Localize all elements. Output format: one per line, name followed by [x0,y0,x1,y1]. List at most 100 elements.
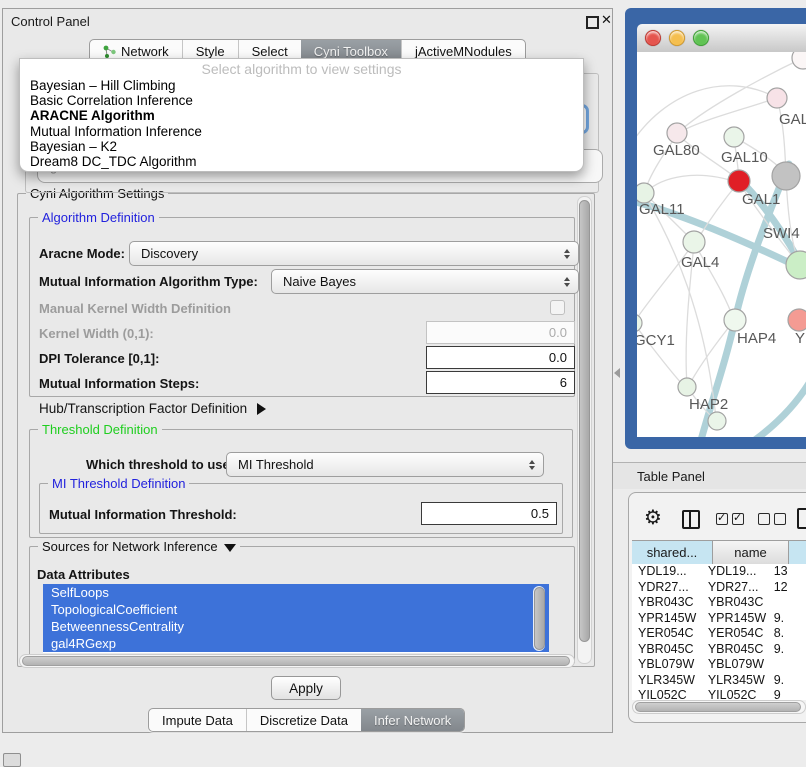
panel-collapse-handle[interactable] [614,368,620,378]
minimize-traffic-light-icon[interactable] [669,30,685,46]
algorithm-option[interactable]: Bayesian – K2 [20,139,583,154]
table-row[interactable]: YBR045CYBR045C9. [632,642,806,658]
mi-steps-value: 6 [560,375,567,390]
column-header-shared...[interactable]: shared... [632,540,713,565]
network-edge[interactable] [637,86,777,144]
attributes-scrollbar-thumb[interactable] [534,587,545,650]
table-row[interactable]: YIL052CYIL052C9 [632,688,806,700]
dpi-tolerance-input[interactable]: 0.0 [426,346,575,369]
stepper-icon [529,460,535,470]
column-header-name[interactable]: name [713,540,789,565]
network-node[interactable] [792,52,806,69]
table-hscrollbar[interactable] [632,700,806,714]
network-node-gal10[interactable] [724,127,744,147]
deselect-checkboxes-icon[interactable] [758,513,786,528]
network-node-hap2[interactable] [678,378,696,396]
table-panel-titlebar: Table Panel [613,462,806,489]
zoom-traffic-light-icon[interactable] [693,30,709,46]
node-label: GCY1 [637,332,675,349]
network-node-swi4[interactable] [786,251,806,279]
network-node-gal80[interactable] [667,123,687,143]
kernel-width-input[interactable]: 0.0 [426,321,575,344]
mi-steps-input[interactable]: 6 [426,371,575,394]
table-row[interactable]: YER054CYER054C8. [632,626,806,642]
network-node-gal4[interactable] [683,231,705,253]
hub-definition-toggle[interactable]: Hub/Transcription Factor Definition [39,401,266,416]
manual-kernel-label: Manual Kernel Width Definition [39,301,231,316]
network-node-hap4[interactable] [724,309,746,331]
network-edge[interactable] [646,175,739,192]
network-edge[interactable] [684,98,777,130]
network-window-titlebar[interactable] [637,24,806,53]
algorithm-option[interactable]: Dream8 DC_TDC Algorithm [20,154,583,169]
threshold-definition-legend: Threshold Definition [38,422,162,437]
split-columns-icon[interactable] [682,510,700,529]
table-cell: YBR045C [702,642,768,658]
which-threshold-combobox[interactable]: MI Threshold [226,452,544,477]
algorithm-option[interactable]: ARACNE Algorithm [20,108,583,123]
table-cell [768,657,806,673]
table-row[interactable]: YDL19...YDL19...13 [632,564,806,580]
float-window-icon[interactable] [586,16,599,29]
algorithm-option[interactable]: Basic Correlation Inference [20,93,583,108]
network-node-gal7[interactable] [767,88,787,108]
network-edge-thick[interactable] [755,380,806,437]
settings-hscrollbar[interactable] [19,654,575,668]
mi-type-combobox[interactable]: Naive Bayes [271,269,579,294]
which-threshold-value: MI Threshold [238,457,314,472]
tab-discretize-data[interactable]: Discretize Data [246,709,361,731]
table-row[interactable]: YBL079WYBL079W [632,657,806,673]
table-cell: YER054C [632,626,702,642]
table-hscrollbar-thumb[interactable] [635,702,801,712]
algorithm-option[interactable]: Mutual Information Inference [20,124,583,139]
mi-steps-label: Mutual Information Steps: [39,376,199,391]
network-node-gcy1[interactable] [637,314,642,332]
table-cell: YBR045C [632,642,702,658]
which-threshold-label: Which threshold to use: [86,457,234,472]
attribute-list-item[interactable]: SelfLoops [43,584,549,601]
table-row[interactable]: YPR145WYPR145W9. [632,611,806,627]
tab-label: Infer Network [374,713,451,728]
network-node-gal11[interactable] [637,183,654,203]
hub-definition-label: Hub/Transcription Factor Definition [39,401,247,416]
algorithm-option[interactable]: Bayesian – Hill Climbing [20,78,583,93]
network-node-y[interactable] [788,309,806,331]
table-cell: YBR043C [702,595,768,611]
table-row[interactable]: YDR27...YDR27...12 [632,580,806,596]
table-cell: YDR27... [632,580,702,596]
attribute-list-item[interactable]: TopologicalCoefficient [43,601,549,618]
aracne-mode-combobox[interactable]: Discovery [129,241,579,266]
attribute-list-item[interactable]: gal4RGexp [43,635,549,652]
tab-impute-data[interactable]: Impute Data [149,709,246,731]
mi-threshold-value: 0.5 [531,506,549,521]
dpi-tolerance-value: 0.0 [549,350,567,365]
table-row[interactable]: YLR345WYLR345W9. [632,673,806,689]
apply-button[interactable]: Apply [271,676,341,700]
table-row[interactable]: YBR043CYBR043C [632,595,806,611]
close-traffic-light-icon[interactable] [645,30,661,46]
settings-hscrollbar-thumb[interactable] [22,656,570,666]
close-icon[interactable]: ✕ [601,12,612,28]
mi-threshold-label: Mutual Information Threshold: [49,507,237,522]
network-node[interactable] [728,170,750,192]
manual-kernel-checkbox[interactable] [550,300,565,315]
tab-infer-network[interactable]: Infer Network [361,709,464,731]
column-header-cut[interactable] [789,540,806,565]
attributes-scrollbar[interactable] [533,586,545,651]
network-icon [103,45,116,58]
minimized-panel-icon[interactable] [3,753,21,767]
sources-legend[interactable]: Sources for Network Inference [38,539,240,554]
control-panel-window: Control Panel ✕ NetworkStyleSelectCyni T… [2,8,613,733]
attribute-list-item[interactable]: BetweennessCentrality [43,618,549,635]
tab-label: Style [196,44,225,59]
settings-scrollbar-thumb[interactable] [579,200,590,642]
select-all-checkboxes-icon[interactable] [716,513,744,528]
settings-gear-icon[interactable]: ⚙ [644,508,662,528]
expand-right-icon [257,403,266,415]
network-node[interactable] [708,412,726,430]
network-view-canvas[interactable]: GAL7GAL80GAL10GAL1GAL11SWI4GAL4GCY1HAP4Y… [637,52,806,437]
mi-threshold-input[interactable]: 0.5 [421,502,557,525]
document-icon[interactable] [797,508,806,529]
settings-scrollbar[interactable] [577,196,592,664]
network-node-gal1[interactable] [772,162,800,190]
